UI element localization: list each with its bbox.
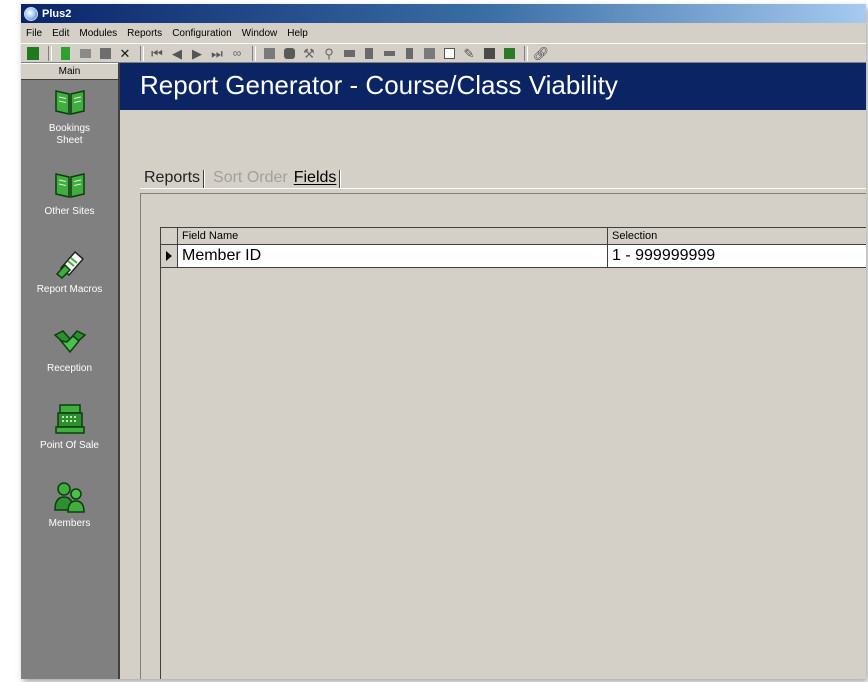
- camera-icon[interactable]: [280, 45, 298, 62]
- sidebar-item-label: Point Of Sale: [40, 440, 99, 451]
- cell-selection[interactable]: 1 - 999999999: [608, 245, 866, 267]
- cash-register-icon: [54, 404, 85, 434]
- sidebar-item-bookings-sheet[interactable]: Bookings Sheet: [21, 85, 118, 147]
- tab-reports[interactable]: Reports: [140, 169, 202, 188]
- save-icon[interactable]: [96, 45, 114, 62]
- sidebar-item-reception[interactable]: Reception: [21, 325, 118, 375]
- toolbar: ✕ ⏮ ◀ ▶ ⏭ ∞ ⚒ ⚲ ✎ 🔗︎: [21, 43, 866, 63]
- copy-icon[interactable]: [260, 45, 278, 62]
- toolbar-separator: [524, 45, 528, 61]
- sidebar-item-report-macros[interactable]: Report Macros: [21, 246, 118, 296]
- title-bar: Plus2: [21, 4, 866, 23]
- sidebar: Main Bookings Sheet Other Sites Report M…: [21, 63, 120, 679]
- clipboard-icon[interactable]: [400, 45, 418, 62]
- sidebar-item-label: Members: [48, 518, 91, 529]
- app-icon: [24, 6, 38, 21]
- menu-bar: File Edit Modules Reports Configuration …: [21, 23, 866, 43]
- handshake-icon: [53, 330, 86, 354]
- app-window: Plus2 File Edit Modules Reports Configur…: [21, 4, 866, 679]
- chart-icon[interactable]: [420, 45, 438, 62]
- main-panel: Report Generator - Course/Class Viabilit…: [120, 63, 866, 679]
- calendar-icon[interactable]: [440, 45, 458, 62]
- menu-file[interactable]: File: [21, 28, 47, 39]
- new-icon[interactable]: [56, 45, 74, 62]
- book-icon: [54, 173, 85, 198]
- toolbar-separator: [140, 45, 144, 61]
- binoculars-icon[interactable]: ∞: [228, 45, 246, 62]
- fields-grid: Field Name Selection Member ID 1 - 99999…: [160, 227, 866, 679]
- calculator-icon[interactable]: [480, 45, 498, 62]
- menu-configuration[interactable]: Configuration: [167, 28, 236, 39]
- book-icon: [54, 90, 85, 115]
- filter-icon[interactable]: ⚲: [320, 45, 338, 62]
- tab-fields[interactable]: Fields: [290, 169, 339, 188]
- tab-separator: [339, 170, 342, 188]
- menu-help[interactable]: Help: [282, 28, 313, 39]
- previous-record-icon[interactable]: ◀: [168, 45, 186, 62]
- sidebar-header: Main: [21, 63, 118, 80]
- cell-field-name[interactable]: Member ID: [178, 245, 608, 267]
- next-record-icon[interactable]: ▶: [188, 45, 206, 62]
- tab-sort-order: Sort Order: [213, 169, 288, 186]
- menu-window[interactable]: Window: [237, 28, 283, 39]
- header-indicator-cell: [161, 228, 178, 244]
- sidebar-item-label: Other Sites: [44, 206, 95, 217]
- tab-strip: Reports Sort Order Fields: [140, 166, 345, 188]
- toolbar-separator: [48, 45, 52, 61]
- row-indicator: [161, 245, 178, 267]
- report-icon[interactable]: [360, 45, 378, 62]
- tab-divider: [140, 188, 866, 189]
- link-icon[interactable]: 🔗︎: [532, 45, 550, 62]
- last-record-icon[interactable]: ⏭: [208, 45, 226, 62]
- tab-separator: [203, 170, 206, 188]
- grid-header: Field Name Selection: [161, 228, 866, 245]
- tab-fields-label: Fields: [293, 169, 337, 186]
- list-icon[interactable]: [340, 45, 358, 62]
- menu-reports[interactable]: Reports: [122, 28, 167, 39]
- sidebar-item-other-sites[interactable]: Other Sites: [21, 168, 118, 218]
- sidebar-item-label: Bookings Sheet: [48, 123, 91, 146]
- pen-icon[interactable]: ✎: [460, 45, 478, 62]
- column-header-selection[interactable]: Selection: [608, 228, 866, 244]
- header-banner: Report Generator - Course/Class Viabilit…: [120, 63, 866, 110]
- sidebar-item-members[interactable]: Members: [21, 480, 118, 530]
- column-header-field-name[interactable]: Field Name: [178, 228, 608, 244]
- bar-icon[interactable]: [380, 45, 398, 62]
- sidebar-item-point-of-sale[interactable]: Point Of Sale: [21, 402, 118, 452]
- menu-modules[interactable]: Modules: [74, 28, 122, 39]
- report-macro-icon: [55, 250, 84, 280]
- export-icon[interactable]: [500, 45, 518, 62]
- sidebar-item-label: Reception: [46, 363, 93, 374]
- table-row[interactable]: Member ID 1 - 999999999: [161, 245, 866, 268]
- toolbar-separator: [252, 45, 256, 61]
- first-record-icon[interactable]: ⏮: [148, 45, 166, 62]
- menu-edit[interactable]: Edit: [47, 28, 74, 39]
- delete-icon[interactable]: ✕: [116, 45, 134, 62]
- page-title: Report Generator - Course/Class Viabilit…: [140, 70, 618, 100]
- open-icon[interactable]: [76, 45, 94, 62]
- tools-icon[interactable]: ⚒: [300, 45, 318, 62]
- window-title: Plus2: [42, 7, 72, 20]
- members-icon: [53, 482, 85, 513]
- sidebar-item-label: Report Macros: [36, 284, 103, 295]
- current-row-arrow-icon: [166, 251, 172, 261]
- exit-icon[interactable]: [24, 45, 42, 62]
